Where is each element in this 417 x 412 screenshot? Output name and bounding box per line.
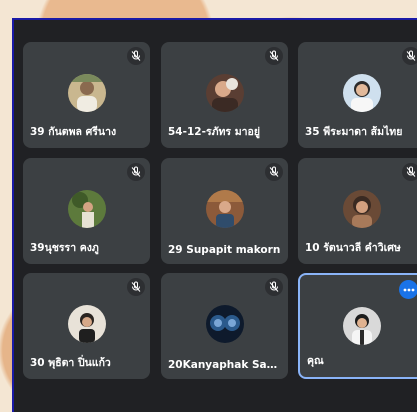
avatar <box>205 190 244 228</box>
meeting-grid: 39 กันตพล ศรีนาง 54-12-รภัทร มาอยู่ 35 พ… <box>12 18 417 412</box>
participant-name: 39 กันตพล ศรีนาง <box>30 126 117 138</box>
avatar <box>67 305 106 343</box>
participant-tile[interactable]: 54-12-รภัทร มาอยู่ <box>161 42 288 148</box>
mic-off-icon <box>127 47 145 65</box>
participant-name: 35 พีระมาดา ส้มไทย <box>305 126 403 138</box>
participant-tile[interactable]: 39 กันตพล ศรีนาง <box>23 42 150 148</box>
more-options-button[interactable] <box>399 280 417 299</box>
participant-tile[interactable]: 29 Supapit makorn <box>161 158 288 264</box>
participant-name: 20Kanyaphak San... <box>168 359 282 371</box>
avatar <box>342 307 381 345</box>
avatar <box>205 74 244 112</box>
mic-off-icon <box>402 163 417 181</box>
mic-off-icon <box>265 47 283 65</box>
avatar <box>205 305 244 343</box>
participant-name: 39นุชรรา คงภู <box>30 242 99 254</box>
mic-off-icon <box>402 47 417 65</box>
mic-off-icon <box>127 163 145 181</box>
self-tile[interactable]: คุณ <box>298 273 417 379</box>
avatar <box>67 190 106 228</box>
participant-name: คุณ <box>307 355 324 367</box>
participant-name: 54-12-รภัทร มาอยู่ <box>168 126 260 138</box>
mic-off-icon <box>265 163 283 181</box>
participant-tile[interactable]: 39นุชรรา คงภู <box>23 158 150 264</box>
avatar <box>342 190 381 228</box>
participant-name: 30 พุธิตา ปิ่นแก้ว <box>30 357 111 369</box>
participant-name: 10 รัตนาวลี คำวิเศษ <box>305 242 401 254</box>
avatar <box>342 74 381 112</box>
participant-tile[interactable]: 20Kanyaphak San... <box>161 273 288 379</box>
avatar <box>67 74 106 112</box>
mic-off-icon <box>265 278 283 296</box>
participant-tile[interactable]: 35 พีระมาดา ส้มไทย <box>298 42 417 148</box>
participant-tile[interactable]: 10 รัตนาวลี คำวิเศษ <box>298 158 417 264</box>
participant-name: 29 Supapit makorn <box>168 244 281 256</box>
mic-off-icon <box>127 278 145 296</box>
participant-tile[interactable]: 30 พุธิตา ปิ่นแก้ว <box>23 273 150 379</box>
